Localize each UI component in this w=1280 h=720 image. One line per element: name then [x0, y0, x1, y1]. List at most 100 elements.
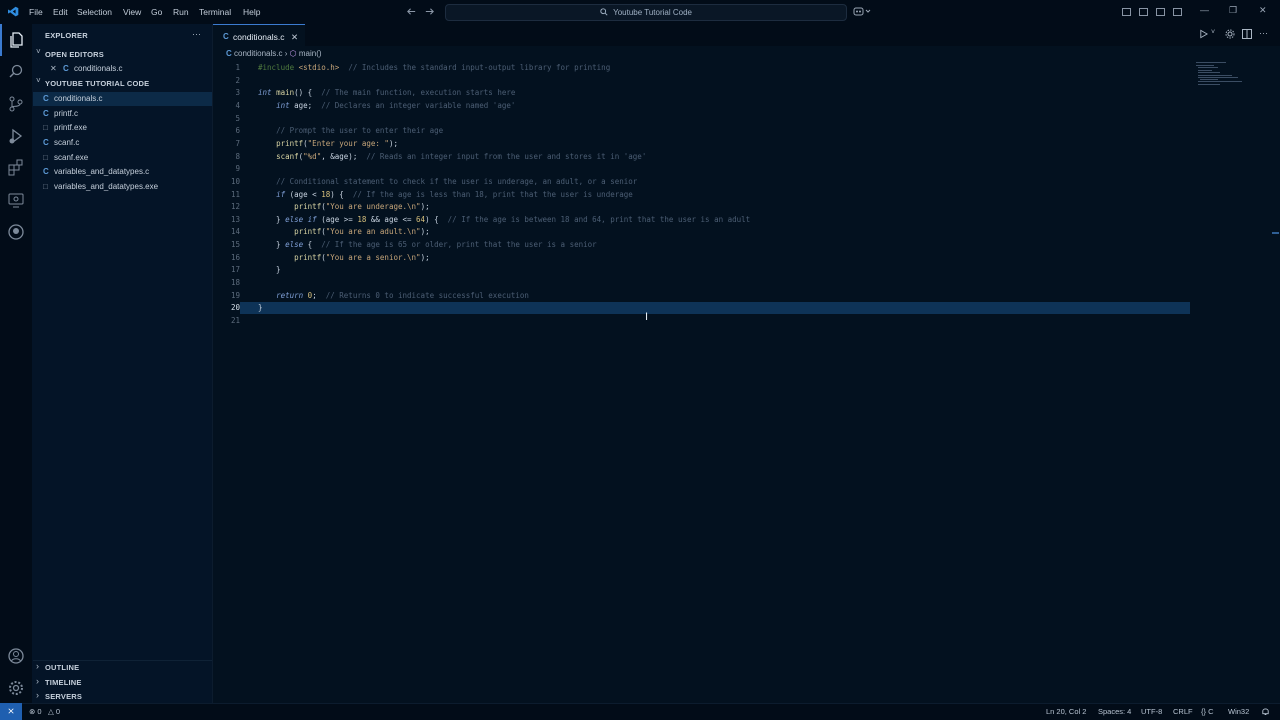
settings-gear-icon[interactable] — [0, 672, 32, 704]
line-number: 20 — [230, 303, 240, 312]
menu-selection[interactable]: Selection — [77, 7, 112, 17]
line-number: 7 — [235, 139, 240, 148]
selected-line-highlight — [240, 302, 1190, 314]
chevron-right-icon: › — [36, 676, 39, 686]
breadcrumb-separator: › — [284, 49, 288, 58]
minimap[interactable] — [1194, 60, 1268, 90]
notifications-bell-icon[interactable] — [1261, 706, 1270, 718]
menu-run[interactable]: Run — [173, 7, 189, 17]
timeline-header[interactable]: TIMELINE — [45, 678, 82, 687]
title-bar: File Edit Selection View Go Run Terminal… — [0, 0, 1280, 24]
open-editor-name: conditionals.c — [74, 64, 123, 73]
restore-icon[interactable]: ❐ — [1229, 5, 1237, 16]
encoding[interactable]: UTF-8 — [1141, 707, 1162, 716]
code-line[interactable]: scanf("%d", &age); // Reads an integer i… — [258, 152, 646, 161]
line-number: 4 — [235, 101, 240, 110]
platform[interactable]: Win32 — [1228, 707, 1249, 716]
breadcrumb-file[interactable]: conditionals.c — [234, 49, 282, 58]
forward-arrow-icon[interactable] — [424, 6, 435, 19]
remote-explorer-icon[interactable] — [0, 184, 32, 216]
menu-view[interactable]: View — [123, 7, 141, 17]
code-line[interactable]: return 0; // Returns 0 to indicate succe… — [258, 291, 529, 300]
run-file-icon[interactable] — [1199, 29, 1209, 41]
line-number: 3 — [235, 88, 240, 97]
file-item[interactable]: □ scanf.exe — [33, 151, 212, 165]
toggle-sidebar-icon[interactable] — [1122, 8, 1131, 16]
account-icon[interactable] — [0, 640, 32, 672]
line-ending[interactable]: CRLF — [1173, 707, 1193, 716]
file-name: printf.c — [54, 109, 79, 118]
search-icon[interactable] — [0, 56, 32, 88]
activity-bar — [0, 24, 32, 703]
code-line[interactable]: } else { // If the age is 65 or older, p… — [258, 240, 597, 249]
indentation[interactable]: Spaces: 4 — [1098, 707, 1131, 716]
close-icon[interactable]: ✕ — [50, 64, 57, 73]
outline-header[interactable]: OUTLINE — [45, 663, 79, 672]
open-editors-header[interactable]: OPEN EDITORS — [45, 50, 104, 59]
servers-header[interactable]: SERVERS — [45, 692, 82, 701]
settings-editor-icon[interactable] — [1225, 29, 1235, 41]
menu-help[interactable]: Help — [243, 7, 260, 17]
toggle-secondary-sidebar-icon[interactable] — [1156, 8, 1165, 16]
source-control-icon[interactable] — [0, 88, 32, 120]
toggle-panel-icon[interactable] — [1139, 8, 1148, 16]
code-line[interactable]: } — [258, 303, 263, 312]
minimize-icon[interactable]: — — [1200, 5, 1209, 15]
command-center-search[interactable]: Youtube Tutorial Code — [445, 4, 847, 21]
code-line[interactable]: // Prompt the user to enter their age — [258, 126, 443, 135]
code-line[interactable]: printf("Enter your age: "); — [258, 139, 398, 148]
errors-count[interactable]: ⊗ 0 — [29, 707, 42, 716]
language-mode[interactable]: {} C — [1201, 707, 1214, 716]
close-window-icon[interactable]: ✕ — [1259, 5, 1267, 16]
line-number: 12 — [230, 202, 240, 211]
code-line[interactable]: printf("You are an adult.\n"); — [258, 227, 429, 236]
file-name: variables_and_datatypes.c — [54, 167, 150, 176]
file-item[interactable]: C variables_and_datatypes.c — [33, 165, 212, 179]
back-arrow-icon[interactable] — [406, 6, 417, 19]
tab-close-icon[interactable]: ✕ — [291, 32, 298, 43]
code-line[interactable]: if (age < 18) { // If the age is less th… — [258, 190, 633, 199]
github-icon[interactable] — [0, 216, 32, 248]
more-actions-icon[interactable]: ··· — [1259, 28, 1268, 38]
cursor-position[interactable]: Ln 20, Col 2 — [1046, 707, 1086, 716]
folder-header[interactable]: YOUTUBE TUTORIAL CODE — [45, 79, 149, 88]
customize-layout-icon[interactable] — [1173, 8, 1182, 16]
code-line[interactable]: } — [258, 265, 281, 274]
menu-edit[interactable]: Edit — [53, 7, 68, 17]
explorer-icon[interactable] — [0, 24, 32, 56]
remote-indicator-icon[interactable]: ⨯ — [0, 703, 22, 720]
code-line[interactable]: printf("You are a senior.\n"); — [258, 253, 429, 262]
tab-conditionals[interactable]: C conditionals.c ✕ — [213, 24, 305, 46]
file-item[interactable]: □ variables_and_datatypes.exe — [33, 180, 212, 194]
file-item[interactable]: □ printf.exe — [33, 121, 212, 135]
code-line[interactable]: printf("You are underage.\n"); — [258, 202, 429, 211]
code-line[interactable]: #include <stdio.h> // Includes the stand… — [258, 63, 610, 72]
scrollbar-marker[interactable] — [1272, 232, 1279, 234]
extensions-icon[interactable] — [0, 152, 32, 184]
line-number: 19 — [230, 291, 240, 300]
menu-go[interactable]: Go — [151, 7, 162, 17]
code-line[interactable]: int main() { // The main function, execu… — [258, 88, 515, 97]
menu-file[interactable]: File — [29, 7, 43, 17]
code-line[interactable]: int age; // Declares an integer variable… — [258, 101, 515, 110]
line-number: 8 — [235, 152, 240, 161]
file-item[interactable]: C printf.c — [33, 107, 212, 121]
menu-terminal[interactable]: Terminal — [199, 7, 231, 17]
run-dropdown-icon[interactable]: ˅ — [1211, 29, 1215, 36]
open-editor-item[interactable]: ✕ C conditionals.c — [33, 62, 212, 76]
copilot-icon[interactable] — [853, 6, 871, 19]
c-file-icon: C — [43, 138, 49, 147]
line-number: 1 — [235, 63, 240, 72]
c-file-icon: C — [43, 94, 49, 103]
line-number: 11 — [230, 190, 240, 199]
run-and-debug-icon[interactable] — [0, 120, 32, 152]
file-name: variables_and_datatypes.exe — [54, 182, 159, 191]
warnings-count[interactable]: △ 0 — [48, 707, 60, 716]
split-editor-icon[interactable] — [1242, 29, 1252, 41]
code-line[interactable]: } else if (age >= 18 && age <= 64) { // … — [258, 215, 750, 224]
more-actions-icon[interactable]: ··· — [192, 29, 201, 39]
breadcrumb-symbol[interactable]: main() — [299, 49, 322, 58]
file-item[interactable]: C scanf.c — [33, 136, 212, 150]
file-item[interactable]: C conditionals.c — [33, 92, 212, 106]
code-line[interactable]: // Conditional statement to check if the… — [258, 177, 637, 186]
